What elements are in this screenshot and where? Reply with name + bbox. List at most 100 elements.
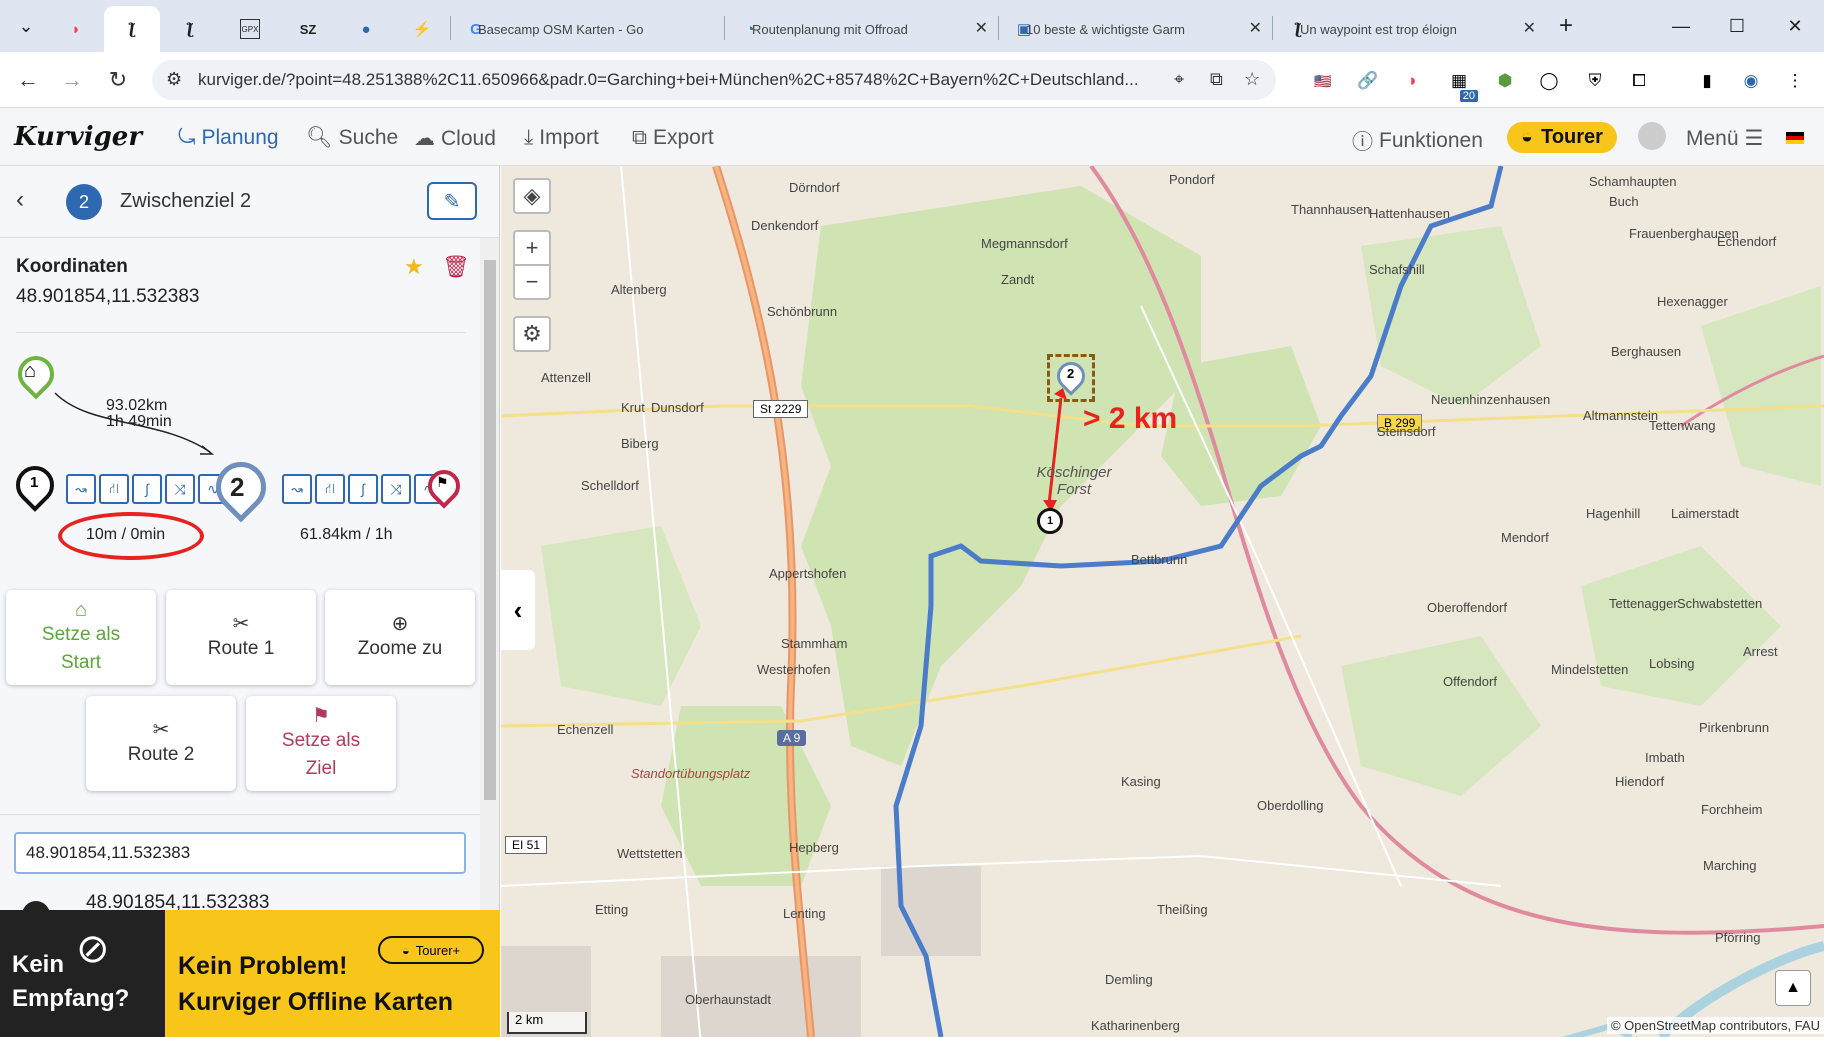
- location-icon[interactable]: ⌖: [1174, 69, 1184, 90]
- attribution[interactable]: © OpenStreetMap contributors, FAU: [1606, 1017, 1824, 1034]
- close-icon[interactable]: ✕: [1523, 18, 1536, 38]
- tab-search-button[interactable]: ⌄: [4, 8, 48, 44]
- sidepanel-icon[interactable]: ▮: [1694, 68, 1720, 94]
- minimize-icon: —: [1672, 15, 1690, 36]
- route-2-button[interactable]: ✂ Route 2: [86, 696, 236, 791]
- new-tab-button[interactable]: +: [1544, 8, 1588, 44]
- place-label: Mendorf: [1501, 530, 1549, 545]
- user-avatar-icon[interactable]: [1638, 122, 1666, 150]
- offline-maps-banner[interactable]: ⊘ Kein Empfang? Kein Problem! Kurviger Off…: [0, 910, 500, 1037]
- coordinate-search-input[interactable]: 48.901854,11.532383: [14, 832, 466, 874]
- kurviger-logo[interactable]: Kurviger: [14, 122, 142, 152]
- waypoint-number-badge: 2: [66, 184, 102, 220]
- profile-avatar-icon[interactable]: ◉: [1738, 68, 1764, 94]
- menu-button[interactable]: Menü ☰: [1686, 126, 1763, 151]
- place-label: Hexenagger: [1657, 294, 1728, 309]
- close-icon: ✕: [1787, 15, 1803, 36]
- app-header: Kurviger ⤿ Planung 🔍︎ Suche ☁ Cloud ⤓ Import…: [0, 108, 1824, 166]
- tab-pinned-person[interactable]: ●: [346, 6, 386, 52]
- set-as-start-button[interactable]: ⌂ Setze als Start: [6, 590, 156, 685]
- place-label: Echendorf: [1717, 234, 1777, 249]
- tab-pinned-kurviger[interactable]: ƪ: [170, 6, 210, 52]
- ublock-icon[interactable]: ⬢: [1492, 68, 1518, 94]
- minus-icon: −: [525, 269, 539, 294]
- link-icon[interactable]: 🔗: [1355, 68, 1381, 94]
- map-view[interactable]: 2 1 > 2 km St 2229 A 9 B 299 EI 51 Dörnd…: [501, 166, 1824, 1037]
- zoom-to-button[interactable]: ⊕ Zoome zu: [325, 590, 475, 685]
- place-label: Standortübungsplatz: [631, 766, 751, 781]
- zoom-in-button[interactable]: +: [513, 230, 551, 266]
- tab-pinned-gpx[interactable]: GPX: [230, 6, 270, 52]
- shield-icon[interactable]: ⛨: [1582, 68, 1608, 94]
- german-flag-icon[interactable]: [1786, 132, 1804, 144]
- map-settings-button[interactable]: ⚙: [513, 316, 551, 352]
- site-settings-icon[interactable]: ⚙: [166, 69, 182, 90]
- coordinates-text: 48.901854,11.532383: [16, 286, 200, 307]
- nav-export[interactable]: ⧉ Export: [632, 126, 714, 150]
- maximize-button[interactable]: ☐: [1712, 8, 1762, 44]
- tab-garmin[interactable]: ▣ 10 beste & wichtigste Garm ✕: [1004, 6, 1268, 52]
- layers-button[interactable]: ◈: [513, 178, 551, 214]
- tourer-logo-icon: ◒: [1521, 126, 1534, 148]
- nav-import[interactable]: ⤓ Import: [524, 126, 599, 150]
- nav-suche[interactable]: 🔍︎ Suche: [306, 126, 398, 150]
- search-result[interactable]: 48.901854,11.532383: [86, 892, 270, 910]
- forward-button[interactable]: →: [56, 64, 88, 96]
- minimize-button[interactable]: —: [1656, 8, 1706, 44]
- puzzle-icon[interactable]: ⧠: [1626, 68, 1652, 94]
- hamburger-icon: ☰: [1744, 127, 1764, 150]
- place-label: Oberoffendorf: [1427, 600, 1507, 615]
- elevation-profile-button[interactable]: ▲: [1775, 970, 1811, 1006]
- scissors-icon: ✂: [152, 718, 170, 741]
- place-label: Buch: [1609, 194, 1639, 209]
- panel-title: Zwischenziel 2: [120, 190, 252, 212]
- close-window-button[interactable]: ✕: [1770, 8, 1820, 44]
- kebab-menu-icon[interactable]: ⋮: [1782, 68, 1808, 94]
- us-flag-icon[interactable]: 🇺🇸: [1310, 68, 1336, 94]
- pocket-icon[interactable]: ◗: [1400, 68, 1426, 94]
- place-label: Imbath: [1645, 750, 1685, 765]
- place-label: Laimerstadt: [1671, 506, 1739, 521]
- tab-pinned-bolt[interactable]: ⚡: [402, 6, 442, 52]
- set-as-end-button[interactable]: ⚑ Setze als Ziel: [246, 696, 396, 791]
- checkered-flag-icon: ⚑: [436, 474, 449, 490]
- bookmark-star-icon[interactable]: ☆: [1244, 69, 1260, 90]
- calendar-extension-icon[interactable]: 20 ▦: [1446, 68, 1478, 102]
- panel-scrollbar[interactable]: [480, 238, 499, 910]
- nav-planung[interactable]: ⤿ Planung: [178, 126, 279, 150]
- divider: [16, 332, 466, 333]
- reload-button[interactable]: ↻: [102, 64, 134, 96]
- forest-area: [541, 526, 701, 706]
- home-icon: ⌂: [24, 360, 37, 382]
- tab-pinned-pocket[interactable]: ◗: [56, 6, 96, 52]
- home-icon: ⌂: [74, 598, 88, 621]
- tab-basecamp[interactable]: G Basecamp OSM Karten - Go: [456, 6, 720, 52]
- close-icon[interactable]: ✕: [975, 18, 988, 38]
- zoom-out-button[interactable]: −: [513, 264, 551, 300]
- circle-extension-icon[interactable]: ◯: [1536, 68, 1562, 94]
- collapse-panel-button[interactable]: ‹: [501, 570, 535, 650]
- tab-pinned-kurviger-active[interactable]: ƪ: [104, 6, 160, 52]
- tab-pinned-sz[interactable]: SZ: [288, 6, 328, 52]
- checkered-flag-icon: ⚑: [312, 704, 330, 727]
- place-label: Hattenhausen: [1369, 206, 1450, 221]
- install-app-icon[interactable]: ⧉: [1210, 69, 1223, 90]
- edit-button[interactable]: ✎: [427, 182, 477, 220]
- nav-funktionen[interactable]: ⓘ Funktionen: [1352, 126, 1483, 156]
- tourer-badge[interactable]: ◒ Tourer: [1507, 122, 1617, 153]
- favorite-star-icon[interactable]: ★: [404, 254, 424, 280]
- tab-routenplanung[interactable]: ◔ Routenplanung mit Offroad ✕: [730, 6, 994, 52]
- chevron-left-icon: ‹: [513, 594, 523, 625]
- map-waypoint-1-marker[interactable]: 1: [1037, 508, 1063, 534]
- delete-trash-icon[interactable]: 🗑︎: [442, 254, 470, 280]
- back-chevron-icon[interactable]: ‹: [16, 186, 24, 214]
- route-1-button[interactable]: ✂ Route 1: [166, 590, 316, 685]
- scrollbar-thumb[interactable]: [484, 260, 496, 800]
- tab-waypoint[interactable]: ƪ Un waypoint est trop éloign ✕: [1278, 6, 1542, 52]
- place-label: Kasing: [1121, 774, 1161, 789]
- close-icon[interactable]: ✕: [1249, 18, 1262, 38]
- nav-cloud[interactable]: ☁ Cloud: [414, 126, 496, 151]
- address-bar[interactable]: ⚙ kurviger.de/?point=48.251388%2C11.6509…: [152, 60, 1276, 100]
- place-label: Schafshill: [1369, 262, 1425, 277]
- back-button[interactable]: ←: [12, 64, 44, 96]
